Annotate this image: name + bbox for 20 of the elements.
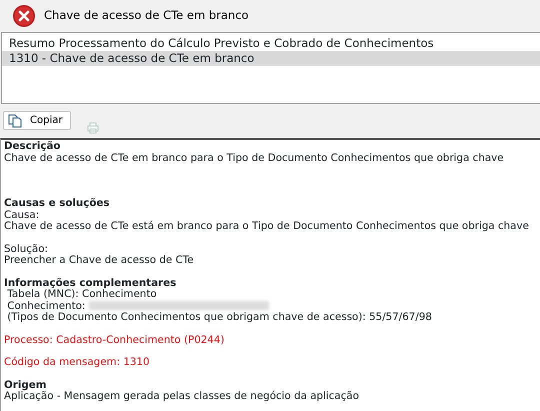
detail-text: Aplicação - Mensagem gerada pelas classes de negócio da aplicação — [4, 390, 360, 402]
detail-text: Conhecimento: — [6, 300, 86, 312]
copy-button[interactable]: Copiar — [3, 111, 72, 130]
detail-text: Causa: — [4, 208, 40, 220]
section-heading: Descrição — [4, 140, 60, 152]
detail-text: Chave de acesso de CTe em branco para o Tipo de Documento Conhecimentos que obriga chave — [4, 152, 504, 164]
message-item[interactable]: 1310 - Chave de acesso de CTe em branco — [2, 51, 540, 66]
detail-text: Solução: — [4, 242, 48, 254]
alert-text: Código da mensagem: 1310 — [4, 356, 150, 368]
dialog-title: Chave de acesso de CTe em branco — [44, 7, 249, 24]
detail-text: Chave de acesso de CTe está em branco para o Tipo de Documento Conhecimentos que obriga chave — [4, 220, 529, 232]
detail-text: Preencher a Chave de acesso de CTe — [4, 254, 194, 266]
message-item[interactable]: Resumo Processamento do Cálculo Previsto e Cobrado de Conhecimentos — [2, 36, 540, 51]
alert-text: Processo: Cadastro-Conhecimento (P0244) — [4, 334, 224, 346]
section-heading: Informações complementares — [4, 276, 176, 288]
section-heading: Origem — [4, 378, 46, 390]
detail-text: (Tipos de Documento Conhecimentos que obrigam chave de acesso): 55/57/67/98 — [6, 311, 432, 323]
section-heading: Causas e soluções — [4, 197, 110, 209]
detail-text: Tabela (MNC): Conhecimento — [6, 288, 157, 300]
copy-icon — [8, 114, 22, 128]
